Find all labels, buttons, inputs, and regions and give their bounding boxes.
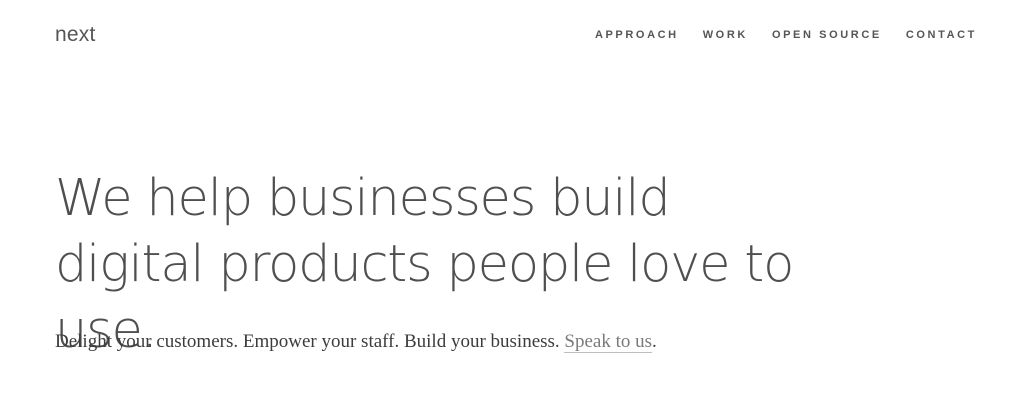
- main-nav: APPROACH WORK OPEN SOURCE CONTACT: [595, 29, 977, 41]
- nav-work[interactable]: WORK: [703, 29, 748, 41]
- tagline-period: .: [652, 331, 657, 352]
- nav-contact[interactable]: CONTACT: [906, 29, 977, 41]
- site-header: next APPROACH WORK OPEN SOURCE CONTACT: [55, 18, 977, 52]
- site-logo[interactable]: next: [55, 23, 96, 47]
- hero-tagline: Delight your customers. Empower your sta…: [55, 331, 657, 353]
- tagline-text: Delight your customers. Empower your sta…: [55, 331, 565, 352]
- nav-approach[interactable]: APPROACH: [595, 29, 679, 41]
- speak-to-us-link[interactable]: Speak to us: [564, 331, 653, 353]
- nav-open-source[interactable]: OPEN SOURCE: [772, 29, 882, 41]
